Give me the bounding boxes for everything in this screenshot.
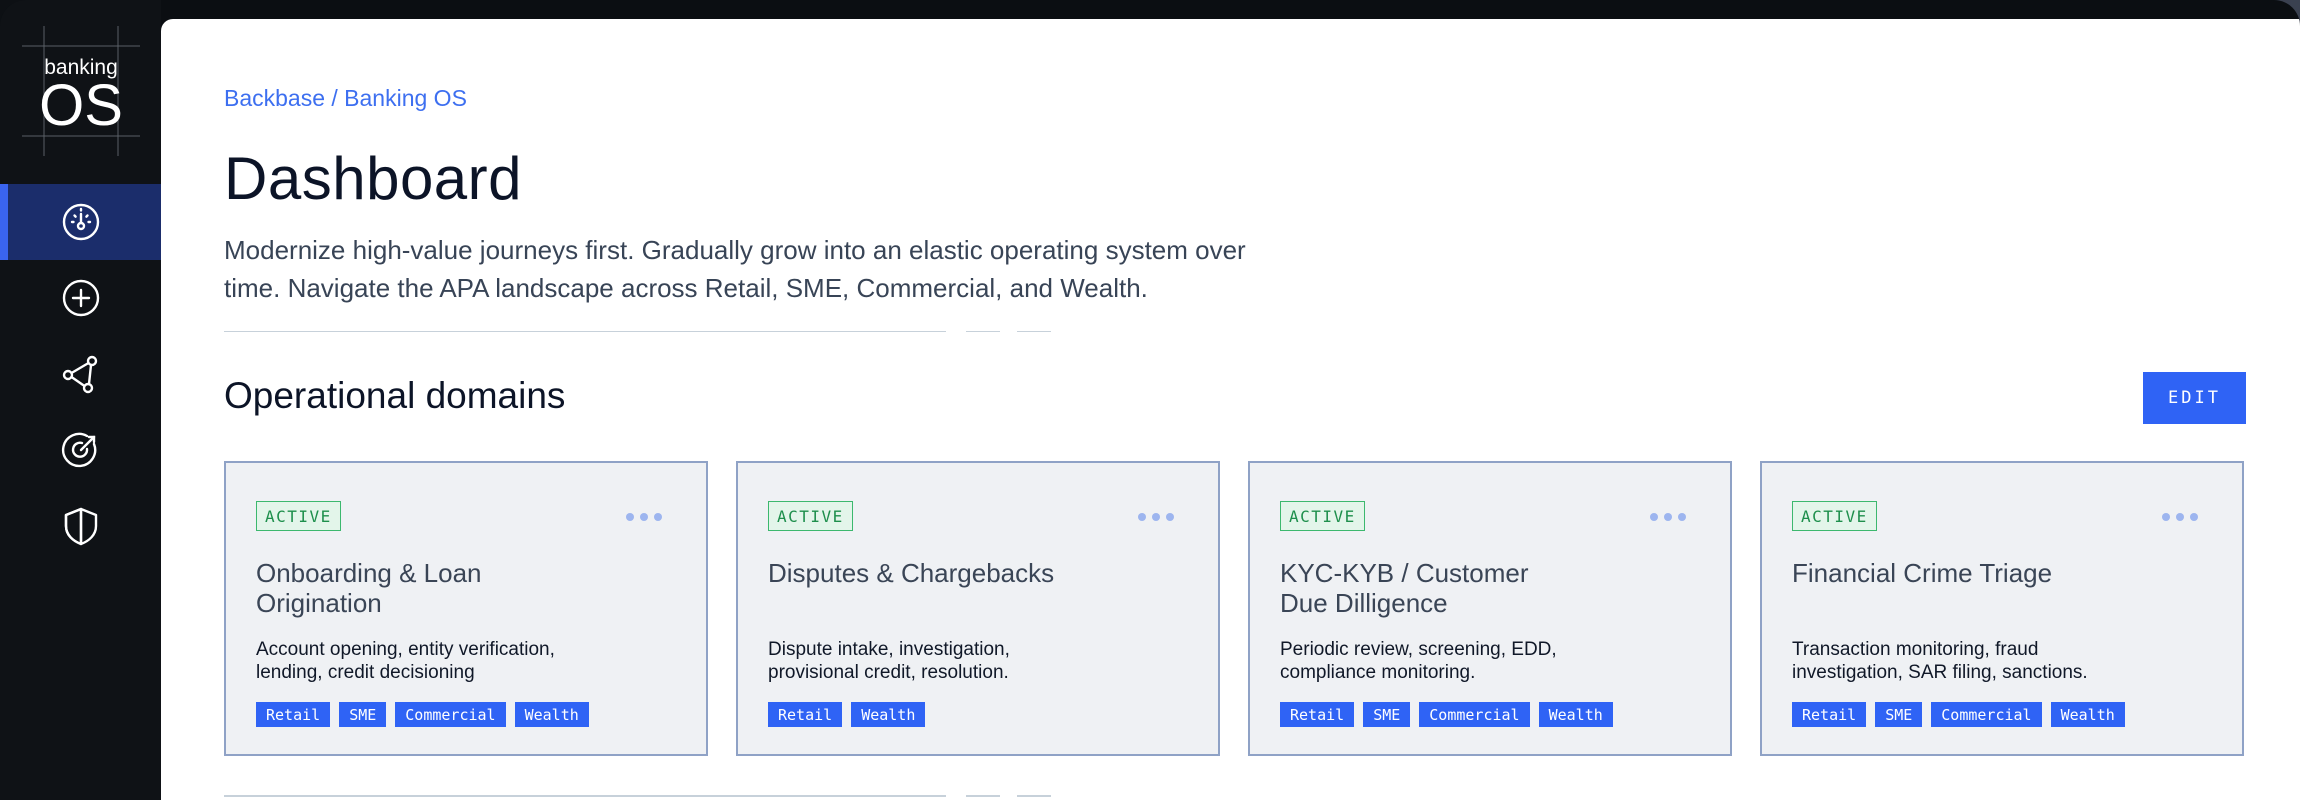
status-badge: ACTIVE — [1280, 501, 1365, 531]
dashboard-gauge-icon — [62, 203, 99, 241]
tag: SME — [339, 702, 387, 727]
target-icon — [61, 432, 96, 468]
banking-os-logo[interactable]: banking OS — [22, 26, 140, 156]
sidebar-item-add[interactable] — [0, 260, 161, 336]
tag-list: Retail SME Commercial Wealth — [1280, 702, 1613, 727]
shield-icon — [64, 507, 97, 546]
more-options-icon[interactable] — [1138, 513, 1174, 521]
tag-list: Retail Wealth — [768, 702, 926, 727]
tag: Wealth — [1538, 702, 1613, 727]
divider-main — [224, 331, 946, 332]
card-title: Financial Crime Triage — [1792, 558, 2053, 588]
tag: Commercial — [1931, 702, 2042, 727]
card-description: Dispute intake, investigation, provision… — [768, 639, 1010, 683]
next-row-divider — [966, 795, 1000, 800]
more-options-icon[interactable] — [2162, 513, 2198, 521]
domain-card[interactable]: ACTIVE Financial Crime Triage Transactio… — [1760, 461, 2244, 756]
tag: Wealth — [2050, 702, 2125, 727]
edit-button[interactable]: EDIT — [2143, 372, 2246, 424]
tag: Retail — [1792, 702, 1867, 727]
sidebar-item-dashboard[interactable] — [0, 184, 161, 260]
tag: Retail — [768, 702, 843, 727]
next-row-divider — [224, 795, 946, 800]
status-badge: ACTIVE — [256, 501, 341, 531]
domain-card[interactable]: ACTIVE Disputes & Chargebacks Dispute in… — [736, 461, 1220, 756]
main-content: Backbase / Banking OS Dashboard Moderniz… — [161, 19, 2300, 800]
section-title: Operational domains — [224, 375, 566, 416]
tag-list: Retail SME Commercial Wealth — [1792, 702, 2125, 727]
sidebar-item-network[interactable] — [0, 336, 161, 412]
tag: Wealth — [514, 702, 589, 727]
tag: Retail — [1280, 702, 1355, 727]
domain-card[interactable]: ACTIVE KYC-KYB / Customer Due Dilligence… — [1248, 461, 1732, 756]
sidebar-item-target[interactable] — [0, 412, 161, 488]
page-description: Modernize high-value journeys first. Gra… — [224, 235, 1246, 303]
next-row-divider — [1017, 795, 1051, 800]
status-badge: ACTIVE — [768, 501, 853, 531]
more-options-icon[interactable] — [1650, 513, 1686, 521]
sidebar: banking OS — [0, 0, 161, 800]
card-description: Transaction monitoring, fraud investigat… — [1792, 639, 2088, 683]
add-circle-icon — [62, 279, 99, 317]
tag: Retail — [256, 702, 331, 727]
tag: SME — [1875, 702, 1923, 727]
card-description: Account opening, entity verification, le… — [256, 639, 555, 683]
page-title: Dashboard — [224, 145, 523, 212]
more-options-icon[interactable] — [626, 513, 662, 521]
network-share-icon — [62, 355, 97, 394]
breadcrumb[interactable]: Backbase / Banking OS — [224, 85, 467, 112]
tag: Commercial — [395, 702, 506, 727]
card-title: KYC-KYB / Customer Due Dilligence — [1280, 558, 1529, 618]
tag: Wealth — [851, 702, 926, 727]
card-description: Periodic review, screening, EDD, complia… — [1280, 639, 1557, 683]
divider-segment — [1017, 331, 1051, 332]
divider-segment — [966, 331, 1000, 332]
tag: SME — [1363, 702, 1411, 727]
domain-card[interactable]: ACTIVE Onboarding & Loan Origination Acc… — [224, 461, 708, 756]
tag-list: Retail SME Commercial Wealth — [256, 702, 589, 727]
card-title: Disputes & Chargebacks — [768, 558, 1055, 588]
card-title: Onboarding & Loan Origination — [256, 558, 482, 618]
tag: Commercial — [1419, 702, 1530, 727]
app-window: banking OS Backbase / Banking OS Dashboa… — [0, 0, 2300, 800]
status-badge: ACTIVE — [1792, 501, 1877, 531]
logo-big-text: OS — [39, 73, 123, 138]
sidebar-item-security[interactable] — [0, 488, 161, 564]
